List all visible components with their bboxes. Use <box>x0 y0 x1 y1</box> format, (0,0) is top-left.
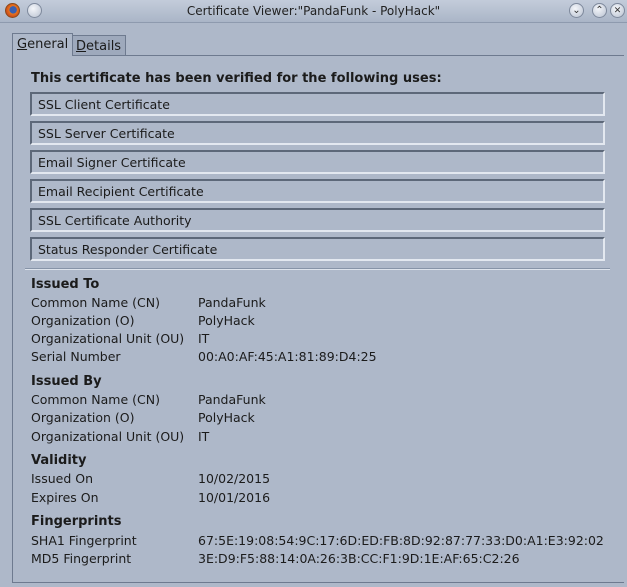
use-item: Email Recipient Certificate <box>30 179 605 203</box>
field-value: 00:A0:AF:45:A1:81:89:D4:25 <box>198 349 377 364</box>
field-value: 3E:D9:F5:88:14:0A:26:3B:CC:F1:9D:1E:AF:6… <box>198 551 520 566</box>
field-value: PandaFunk <box>198 392 266 407</box>
use-item: SSL Certificate Authority <box>30 208 605 232</box>
field-label: SHA1 Fingerprint <box>31 533 137 548</box>
use-item: Email Signer Certificate <box>30 150 605 174</box>
field-label: Common Name (CN) <box>31 392 160 407</box>
field-label: Organizational Unit (OU) <box>31 429 185 444</box>
divider <box>25 268 610 270</box>
field-value: PandaFunk <box>198 295 266 310</box>
field-label: Organization (O) <box>31 313 135 328</box>
tab-general[interactable]: General <box>12 33 74 56</box>
use-item: SSL Client Certificate <box>30 92 605 116</box>
field-value: 10/02/2015 <box>198 471 271 486</box>
tab-details-label: etails <box>86 39 122 54</box>
title-bar: Certificate Viewer:"PandaFunk - PolyHack… <box>0 0 627 23</box>
issued-by-title: Issued By <box>31 374 102 389</box>
tab-general-mnemonic: G <box>17 37 28 52</box>
field-value: PolyHack <box>198 313 255 328</box>
field-value: 67:5E:19:08:54:9C:17:6D:ED:FB:8D:92:87:7… <box>198 533 604 548</box>
use-item: Status Responder Certificate <box>30 237 605 261</box>
field-value: IT <box>198 429 210 444</box>
tab-general-label: eneral <box>27 37 69 52</box>
verified-heading: This certificate has been verified for t… <box>31 71 442 86</box>
field-label: Expires On <box>31 490 99 505</box>
close-icon: ✕ <box>613 6 622 16</box>
minimize-button[interactable]: ⌄ <box>569 3 584 18</box>
field-label: Serial Number <box>31 349 121 364</box>
field-value: 10/01/2016 <box>198 490 271 505</box>
chevron-up-icon: ⌃ <box>595 5 604 16</box>
field-label: Common Name (CN) <box>31 295 160 310</box>
field-label: Organizational Unit (OU) <box>31 331 185 346</box>
maximize-button[interactable]: ⌃ <box>592 3 607 18</box>
field-label: Organization (O) <box>31 410 135 425</box>
field-value: IT <box>198 331 210 346</box>
tab-details[interactable]: Details <box>71 35 127 55</box>
tab-details-mnemonic: D <box>76 39 87 54</box>
window-title: Certificate Viewer:"PandaFunk - PolyHack… <box>186 4 441 18</box>
fingerprints-title: Fingerprints <box>31 514 122 529</box>
field-label: Issued On <box>31 471 93 486</box>
chevron-down-icon: ⌄ <box>572 5 581 16</box>
field-value: PolyHack <box>198 410 255 425</box>
close-button[interactable]: ✕ <box>610 3 625 18</box>
field-label: MD5 Fingerprint <box>31 551 132 566</box>
validity-title: Validity <box>31 453 87 468</box>
use-item: SSL Server Certificate <box>30 121 605 145</box>
issued-to-title: Issued To <box>31 277 100 292</box>
